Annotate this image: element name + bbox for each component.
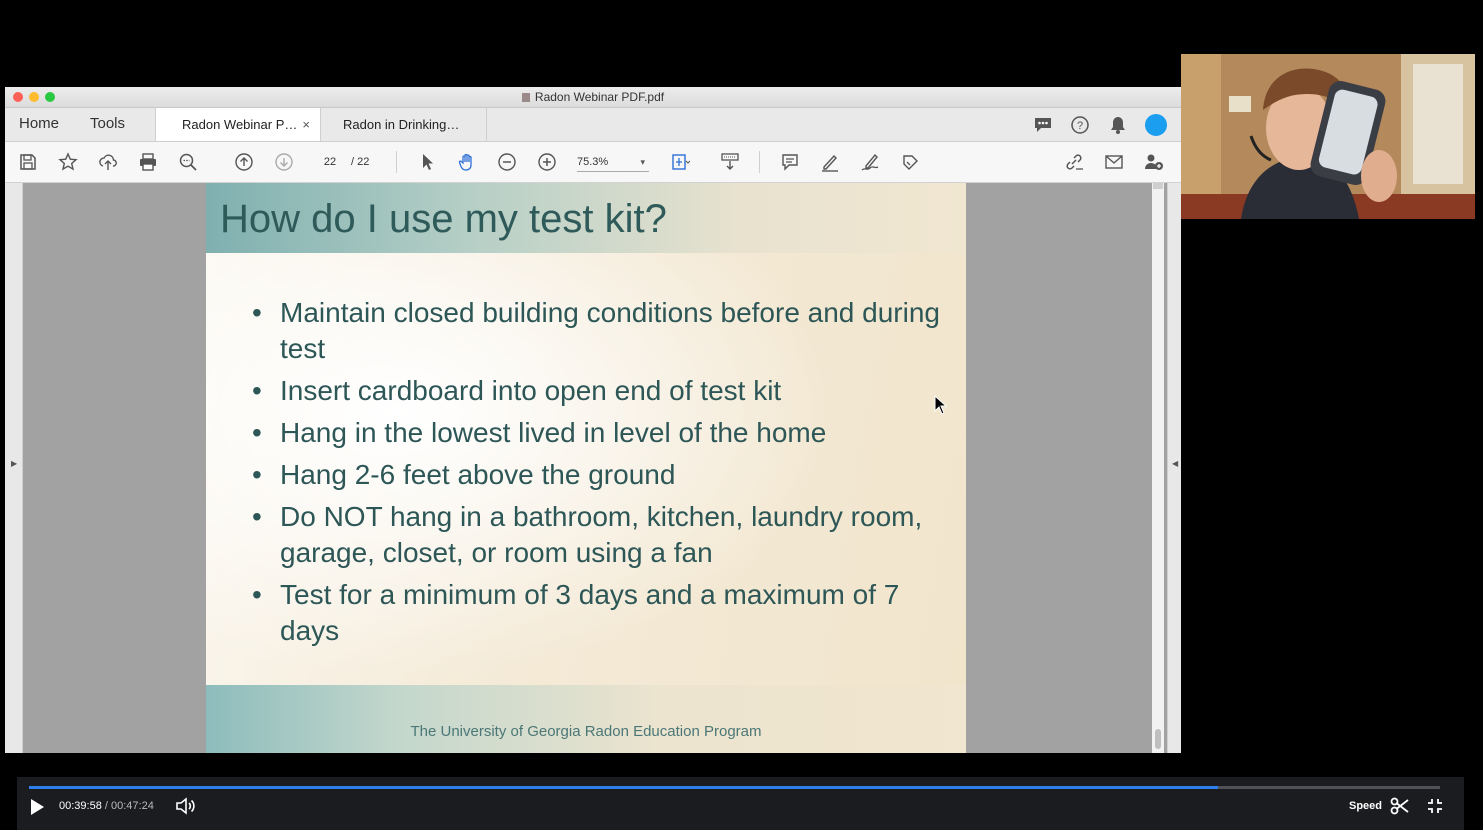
slide-page: How do I use my test kit? Maintain close… bbox=[206, 183, 966, 753]
page-up-icon[interactable] bbox=[233, 151, 255, 173]
nav-home[interactable]: Home bbox=[19, 115, 59, 132]
pdf-toolbar: 22 / 22 75.3% ▾ bbox=[5, 142, 1181, 183]
play-icon[interactable] bbox=[29, 798, 45, 816]
share-link-icon[interactable] bbox=[1063, 151, 1085, 173]
scissors-icon[interactable] bbox=[1390, 797, 1410, 815]
window-titlebar: Radon Webinar PDF.pdf bbox=[5, 87, 1181, 108]
speed-button[interactable]: Speed bbox=[1349, 800, 1382, 812]
edit-stamp-icon[interactable] bbox=[899, 151, 921, 173]
scrollbar-thumb[interactable] bbox=[1155, 729, 1161, 749]
vertical-scrollbar[interactable] bbox=[1152, 183, 1164, 753]
page-down-icon[interactable] bbox=[273, 151, 295, 173]
volume-icon[interactable] bbox=[175, 797, 197, 815]
slide-footer-band: The University of Georgia Radon Educatio… bbox=[206, 685, 966, 753]
chevron-down-icon: ▾ bbox=[640, 157, 645, 167]
duration: 00:47:24 bbox=[111, 800, 154, 812]
window-title: Radon Webinar PDF.pdf bbox=[5, 90, 1181, 104]
right-panel-toggle[interactable]: ◀ bbox=[1167, 183, 1181, 753]
chat-icon[interactable] bbox=[1032, 114, 1054, 136]
current-time: 00:39:58 bbox=[59, 800, 102, 812]
bullet-item: Test for a minimum of 3 days and a maxim… bbox=[250, 577, 940, 649]
select-arrow-icon[interactable] bbox=[416, 151, 438, 173]
time-display: 00:39:58 / 00:47:24 bbox=[59, 800, 154, 812]
slide-footer-text: The University of Georgia Radon Educatio… bbox=[410, 723, 762, 740]
account-avatar-icon[interactable] bbox=[1145, 114, 1167, 136]
left-panel-toggle[interactable]: ▶ bbox=[5, 183, 23, 753]
bullet-item: Hang 2-6 feet above the ground bbox=[250, 457, 940, 493]
time-separator: / bbox=[101, 800, 111, 812]
fit-page-icon[interactable] bbox=[669, 151, 691, 173]
toolbar-separator bbox=[759, 151, 760, 173]
add-user-icon[interactable] bbox=[1143, 151, 1165, 173]
tab-radon-webinar[interactable]: Radon Webinar P… × bbox=[155, 108, 321, 141]
help-icon[interactable]: ? bbox=[1069, 114, 1091, 136]
print-icon[interactable] bbox=[137, 151, 159, 173]
zoom-in-icon[interactable] bbox=[536, 151, 558, 173]
pdf-viewer-window: Radon Webinar PDF.pdf Home Tools Radon W… bbox=[5, 87, 1181, 753]
tab-label: Radon in Drinking… bbox=[343, 117, 460, 132]
bullet-item: Insert cardboard into open end of test k… bbox=[250, 373, 940, 409]
bullet-item: Maintain closed building conditions befo… bbox=[250, 295, 940, 367]
bullet-list: Maintain closed building conditions befo… bbox=[250, 295, 940, 655]
zoom-search-icon[interactable] bbox=[177, 151, 199, 173]
progress-bar[interactable] bbox=[29, 786, 1440, 789]
page-total: / 22 bbox=[351, 156, 370, 168]
hand-tool-icon[interactable] bbox=[456, 151, 478, 173]
save-icon[interactable] bbox=[17, 151, 39, 173]
scroll-mode-icon[interactable] bbox=[719, 151, 741, 173]
bookmark-star-icon[interactable] bbox=[57, 151, 79, 173]
zoom-out-icon[interactable] bbox=[496, 151, 518, 173]
zoom-level-select[interactable]: 75.3% ▾ bbox=[577, 153, 649, 172]
document-area[interactable]: ▶ How do I use my test kit? Maintain clo… bbox=[5, 183, 1181, 753]
chevron-right-icon: ▶ bbox=[11, 459, 18, 468]
webcam-feed bbox=[1181, 54, 1475, 219]
page-number-input[interactable]: 22 bbox=[317, 153, 343, 171]
sign-pen-icon[interactable] bbox=[859, 151, 881, 173]
slide-title: How do I use my test kit? bbox=[220, 197, 667, 241]
progress-fill bbox=[29, 786, 1219, 789]
toolbar-separator bbox=[396, 151, 397, 173]
highlight-pen-icon[interactable] bbox=[819, 151, 841, 173]
nav-tools[interactable]: Tools bbox=[90, 115, 125, 132]
svg-text:?: ? bbox=[1077, 120, 1083, 132]
pdf-file-icon bbox=[521, 93, 530, 102]
exit-fullscreen-icon[interactable] bbox=[1426, 797, 1444, 815]
comment-icon[interactable] bbox=[779, 151, 801, 173]
close-tab-icon[interactable]: × bbox=[302, 108, 310, 141]
tab-bar: Home Tools Radon Webinar P… × Radon in D… bbox=[5, 108, 1181, 142]
email-icon[interactable] bbox=[1103, 151, 1125, 173]
bullet-item: Do NOT hang in a bathroom, kitchen, laun… bbox=[250, 499, 940, 571]
bell-icon[interactable] bbox=[1107, 114, 1129, 136]
presenter-video-image bbox=[1181, 54, 1475, 219]
slide-header-band: How do I use my test kit? bbox=[206, 183, 966, 253]
mouse-cursor-icon bbox=[934, 395, 948, 415]
video-player-controls: 00:39:58 / 00:47:24 Speed bbox=[17, 777, 1464, 830]
bullet-item: Hang in the lowest lived in level of the… bbox=[250, 415, 940, 451]
tab-radon-drinking[interactable]: Radon in Drinking… bbox=[321, 108, 487, 141]
scrollbar-top-cap bbox=[1153, 183, 1163, 189]
tab-label: Radon Webinar P… bbox=[182, 117, 298, 132]
upload-cloud-icon[interactable] bbox=[97, 151, 119, 173]
chevron-left-icon: ◀ bbox=[1172, 459, 1179, 468]
